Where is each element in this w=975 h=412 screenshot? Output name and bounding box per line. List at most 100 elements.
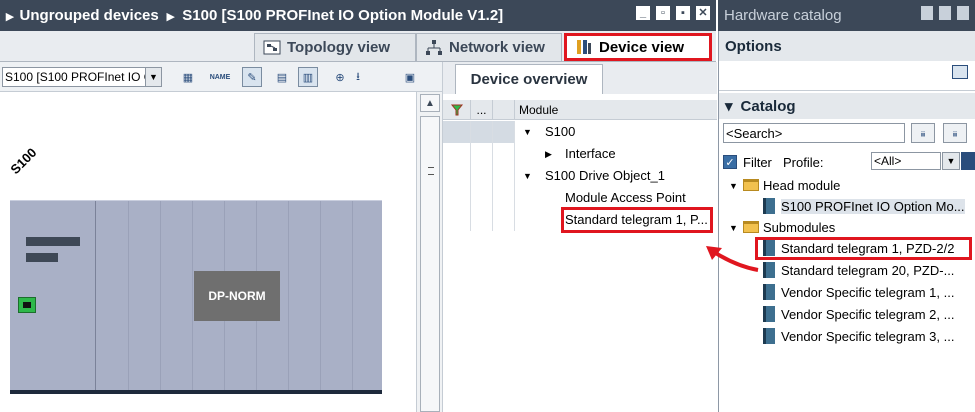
maximize-button[interactable]: ▪ [676,6,690,20]
tree-item[interactable]: S100 PROFInet IO Option Mo... [719,196,975,217]
tab-topology-view[interactable]: Topology view [254,33,416,61]
highlight-box [561,207,713,233]
device-toolbar: S100 [S100 PROFInet IO Optio ▼ ▦ NAME ✎ … [0,62,442,92]
chevron-up-icon: ▲ [425,97,435,109]
network-overview-button[interactable]: ▦ [178,67,198,87]
profile-settings-button[interactable] [961,152,975,170]
table-row[interactable]: ▼ S100 [443,121,717,143]
table-row[interactable]: ▼ S100 Drive Object_1 [443,165,717,187]
tab-network-label: Network view [449,39,545,56]
col-status[interactable] [443,99,471,120]
window-controls: _ ▫ ▪ ✕ [636,6,710,20]
head-module-slot[interactable] [10,201,96,391]
device-rack[interactable]: DP-NORM [10,200,382,394]
view-tabs-bar: Topology view Network view Device view [0,31,716,62]
tab-network-view[interactable]: Network view [416,33,562,61]
module-icon [763,198,775,214]
draw-tool-button[interactable]: ✎ [242,67,262,87]
module-icon [763,262,775,278]
options-view-icon[interactable] [952,65,968,79]
zoom-button[interactable]: ⊕ [330,67,350,87]
tree-label: Vendor Specific telegram 1, ... [781,285,955,300]
scroll-up-button[interactable]: ▲ [420,94,440,112]
tree-item[interactable]: Vendor Specific telegram 1, ... [719,282,975,303]
dp-norm-module[interactable]: DP-NORM [194,271,280,321]
filter-row: ✓ Filter Profile: <All> ▼ [723,151,975,173]
tree-folder-submodules[interactable]: ▼ Submodules [719,217,975,238]
search-input[interactable]: <Search> [723,123,905,143]
rack-slot-divider [352,201,353,391]
title-separator-icon: ▸ [166,7,175,25]
float-button[interactable]: ▫ [656,6,670,20]
tree-label: Submodules [763,220,836,235]
close-button[interactable]: ✕ [696,6,710,20]
tree-item[interactable]: Vendor Specific telegram 3, ... [719,326,975,347]
rack-slot-divider [160,201,161,391]
tree-label: Vendor Specific telegram 2, ... [781,307,955,322]
scroll-thumb[interactable] [420,116,440,412]
zoom-icon: ⊕ [335,71,345,84]
collapse-arrow-icon[interactable]: ▶ [545,149,552,160]
grid-icon: ▦ [182,71,194,84]
catalog-maximize-button[interactable] [939,6,951,20]
chevron-down-icon[interactable]: ▼ [942,152,960,170]
device-canvas[interactable]: S100 DP-NORM [0,92,416,412]
options-area [719,61,975,91]
rack-rail [10,390,382,394]
title-device: S100 [S100 PROFInet IO Option Module V1.… [182,7,504,24]
rack-slot-divider [288,201,289,391]
options-header[interactable]: Options [719,31,975,61]
catalog-title: Hardware catalog [724,7,842,24]
search-down-icon: ᵢᵢᵢ [921,128,925,138]
properties-icon: ▣ [404,71,416,84]
catalog-header[interactable]: ▾ Catalog [719,93,975,119]
editor-title-bar: ▸ Ungrouped devices ▸ S100 [S100 PROFIne… [0,0,716,31]
tree-label: Standard telegram 20, PZD-... [781,263,955,278]
col-module[interactable]: Module [515,100,715,120]
module-led-bar [26,253,58,262]
expand-arrow-icon[interactable]: ▼ [523,171,532,181]
tree-label: S100 PROFInet IO Option Mo... [781,199,965,214]
split-view-button[interactable]: ▥ [298,67,318,87]
tab-device-label: Device view [599,38,685,56]
module-led-bar [26,237,80,246]
table-row[interactable]: ▶ Interface [443,143,717,165]
tab-device-overview[interactable]: Device overview [455,64,603,94]
canvas-scrollbar[interactable]: ▲ [416,92,442,412]
minimize-button[interactable]: _ [636,6,650,20]
device-selector-value: S100 [S100 PROFInet IO Optio [5,70,162,84]
filter-checkbox[interactable]: ✓ [723,155,737,169]
tree-label: Vendor Specific telegram 3, ... [781,329,955,344]
title-arrow-icon: ▸ [6,7,14,25]
tree-folder-head-module[interactable]: ▼ Head module [719,175,975,196]
zoom-options-button[interactable]: ⭳ [348,67,368,87]
catalog-collapse-button[interactable] [957,6,969,20]
device-selector[interactable]: S100 [S100 PROFInet IO Optio ▼ [2,67,162,87]
profile-select[interactable]: <All> ▼ [871,152,960,170]
expand-arrow-icon[interactable]: ▼ [729,223,738,233]
show-names-button[interactable]: NAME [210,67,231,87]
tree-item[interactable]: Vendor Specific telegram 2, ... [719,304,975,325]
catalog-title-bar: Hardware catalog [718,0,975,31]
expand-arrow-icon[interactable]: ▼ [729,181,738,191]
overview-table-header: ... Module [443,99,717,120]
table-view-button[interactable]: ▤ [272,67,292,87]
network-icon [426,39,442,55]
port-icon[interactable] [18,297,36,313]
device-icon [577,40,591,54]
properties-button[interactable]: ▣ [400,67,420,87]
tree-label: Head module [763,178,841,193]
col-options[interactable]: ... [471,99,493,120]
catalog-float-button[interactable] [921,6,933,20]
folder-icon [743,221,759,233]
topology-icon [263,40,281,54]
chevron-down-icon[interactable]: ▼ [145,68,161,86]
expand-arrow-icon[interactable]: ▼ [523,127,532,137]
search-down-button[interactable]: ᵢᵢᵢ [911,123,935,143]
drag-arrow-icon [706,246,759,272]
search-up-button[interactable]: ᵢᵢᵢ [943,123,967,143]
tab-device-view[interactable]: Device view [564,33,712,61]
row-label: S100 Drive Object_1 [545,168,665,183]
module-icon [763,328,775,344]
table-row[interactable]: Module Access Point [443,187,717,209]
